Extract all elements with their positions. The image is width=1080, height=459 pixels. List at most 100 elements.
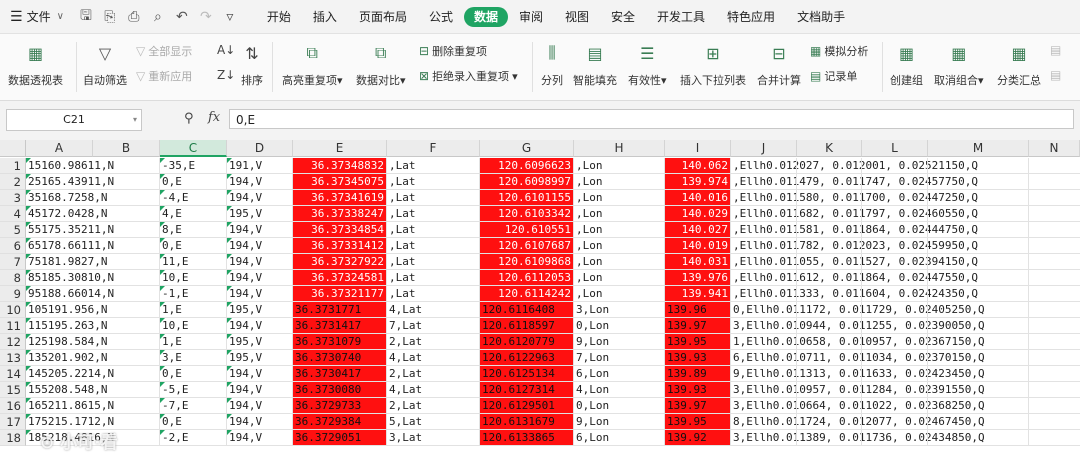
cell-D13[interactable]: 195,V bbox=[227, 350, 293, 366]
tab-8[interactable]: 开发工具 bbox=[646, 7, 716, 27]
cell-H3[interactable]: ,Lon bbox=[574, 190, 665, 206]
cell-A14[interactable]: 145205.2214,N bbox=[26, 366, 160, 382]
cell-C2[interactable]: 0,E bbox=[160, 174, 227, 190]
column-header-J[interactable]: J bbox=[731, 140, 797, 157]
tab-5[interactable]: 审阅 bbox=[508, 7, 554, 27]
cell-G8[interactable]: 120.6112053 bbox=[480, 270, 574, 286]
customize-icon[interactable]: ▿ bbox=[222, 9, 238, 25]
cell-I18[interactable]: 139.92 bbox=[665, 430, 731, 446]
column-header-D[interactable]: D bbox=[227, 140, 293, 157]
cell-C15[interactable]: -5,E bbox=[160, 382, 227, 398]
cell-F1[interactable]: ,Lat bbox=[387, 158, 480, 174]
cell-I15[interactable]: 139.93 bbox=[665, 382, 731, 398]
select-all-corner[interactable] bbox=[0, 140, 26, 157]
cell-E7[interactable]: 36.37327922 bbox=[293, 254, 387, 270]
cell-F17[interactable]: 5,Lat bbox=[387, 414, 480, 430]
file-menu[interactable]: ☰ 文件 ∨ bbox=[0, 8, 72, 25]
cell-G9[interactable]: 120.6114242 bbox=[480, 286, 574, 302]
row-header-2[interactable]: 2 bbox=[0, 174, 26, 190]
validity-button[interactable]: ☰ 有效性▾ bbox=[628, 34, 667, 88]
subtotal-button[interactable]: ▦ 分类汇总 bbox=[997, 34, 1041, 88]
cell-G15[interactable]: 120.6127314 bbox=[480, 382, 574, 398]
cell-I10[interactable]: 139.96 bbox=[665, 302, 731, 318]
cell-I13[interactable]: 139.93 bbox=[665, 350, 731, 366]
cell-C11[interactable]: 10,E bbox=[160, 318, 227, 334]
cell-E14[interactable]: 36.3730417 bbox=[293, 366, 387, 382]
cell-I3[interactable]: 140.016 bbox=[665, 190, 731, 206]
cell-C5[interactable]: 8,E bbox=[160, 222, 227, 238]
row-header-7[interactable]: 7 bbox=[0, 254, 26, 270]
cell-F14[interactable]: 2,Lat bbox=[387, 366, 480, 382]
name-box[interactable]: C21 ▾ bbox=[6, 109, 142, 131]
row-header-15[interactable]: 15 bbox=[0, 382, 26, 398]
cell-F6[interactable]: ,Lat bbox=[387, 238, 480, 254]
export-icon[interactable]: ⎘ bbox=[102, 9, 118, 25]
cell-I2[interactable]: 139.974 bbox=[665, 174, 731, 190]
column-header-I[interactable]: I bbox=[665, 140, 731, 157]
cell-F10[interactable]: 4,Lat bbox=[387, 302, 480, 318]
sort-button[interactable]: ⇅ 排序 bbox=[240, 34, 264, 88]
cell-G12[interactable]: 120.6120779 bbox=[480, 334, 574, 350]
cell-D3[interactable]: 194,V bbox=[227, 190, 293, 206]
sort-ascending-button[interactable]: A↓ bbox=[217, 43, 235, 57]
cell-C17[interactable]: 0,E bbox=[160, 414, 227, 430]
cell-A16[interactable]: 165211.8615,N bbox=[26, 398, 160, 414]
cell-G16[interactable]: 120.6129501 bbox=[480, 398, 574, 414]
cell-A12[interactable]: 125198.584,N bbox=[26, 334, 160, 350]
cell-F5[interactable]: ,Lat bbox=[387, 222, 480, 238]
cell-E9[interactable]: 36.37321177 bbox=[293, 286, 387, 302]
cell-E8[interactable]: 36.37324581 bbox=[293, 270, 387, 286]
cell-D7[interactable]: 194,V bbox=[227, 254, 293, 270]
split-columns-button[interactable]: ⫼ 分列 bbox=[540, 34, 564, 88]
row-header-12[interactable]: 12 bbox=[0, 334, 26, 350]
cell-F13[interactable]: 4,Lat bbox=[387, 350, 480, 366]
cell-D17[interactable]: 194,V bbox=[227, 414, 293, 430]
cell-F8[interactable]: ,Lat bbox=[387, 270, 480, 286]
cell-D4[interactable]: 195,V bbox=[227, 206, 293, 222]
cell-A3[interactable]: 35168.7258,N bbox=[26, 190, 160, 206]
formula-input[interactable]: 0,E bbox=[229, 109, 1074, 129]
cell-A6[interactable]: 65178.66111,N bbox=[26, 238, 160, 254]
cell-C1[interactable]: -35,E bbox=[160, 158, 227, 174]
cell-D16[interactable]: 194,V bbox=[227, 398, 293, 414]
cell-G13[interactable]: 120.6122963 bbox=[480, 350, 574, 366]
cell-G11[interactable]: 120.6118597 bbox=[480, 318, 574, 334]
cell-D10[interactable]: 195,V bbox=[227, 302, 293, 318]
column-header-B[interactable]: B bbox=[93, 140, 160, 157]
row-header-14[interactable]: 14 bbox=[0, 366, 26, 382]
cell-H4[interactable]: ,Lon bbox=[574, 206, 665, 222]
row-header-9[interactable]: 9 bbox=[0, 286, 26, 302]
cell-E4[interactable]: 36.37338247 bbox=[293, 206, 387, 222]
cell-A2[interactable]: 25165.43911,N bbox=[26, 174, 160, 190]
zoom-icon[interactable]: ⚲ bbox=[184, 111, 194, 126]
cell-C6[interactable]: 0,E bbox=[160, 238, 227, 254]
cell-I16[interactable]: 139.97 bbox=[665, 398, 731, 414]
cell-A11[interactable]: 115195.263,N bbox=[26, 318, 160, 334]
cell-C4[interactable]: 4,E bbox=[160, 206, 227, 222]
column-header-E[interactable]: E bbox=[293, 140, 387, 157]
row-header-10[interactable]: 10 bbox=[0, 302, 26, 318]
show-all-button[interactable]: ▽ 全部显示 bbox=[136, 43, 192, 59]
cell-A5[interactable]: 55175.35211,N bbox=[26, 222, 160, 238]
cell-G7[interactable]: 120.6109868 bbox=[480, 254, 574, 270]
cell-F3[interactable]: ,Lat bbox=[387, 190, 480, 206]
cell-A10[interactable]: 105191.956,N bbox=[26, 302, 160, 318]
tab-2[interactable]: 页面布局 bbox=[348, 7, 418, 27]
row-header-13[interactable]: 13 bbox=[0, 350, 26, 366]
cell-A1[interactable]: 15160.98611,N bbox=[26, 158, 160, 174]
row-header-8[interactable]: 8 bbox=[0, 270, 26, 286]
cell-E16[interactable]: 36.3729733 bbox=[293, 398, 387, 414]
tab-4[interactable]: 数据 bbox=[463, 6, 508, 27]
column-header-H[interactable]: H bbox=[574, 140, 665, 157]
cell-E11[interactable]: 36.3731417 bbox=[293, 318, 387, 334]
more-ribbon-icon[interactable]: ▤ bbox=[1050, 43, 1061, 57]
consolidate-button[interactable]: ⊟ 合并计算 bbox=[757, 34, 801, 88]
row-header-5[interactable]: 5 bbox=[0, 222, 26, 238]
cell-E1[interactable]: 36.37348832 bbox=[293, 158, 387, 174]
column-header-N[interactable]: N bbox=[1029, 140, 1080, 157]
column-header-K[interactable]: K bbox=[797, 140, 862, 157]
fx-icon[interactable]: fx bbox=[208, 110, 220, 125]
cell-I14[interactable]: 139.89 bbox=[665, 366, 731, 382]
cell-H18[interactable]: 6,Lon bbox=[574, 430, 665, 446]
cell-G2[interactable]: 120.6098997 bbox=[480, 174, 574, 190]
